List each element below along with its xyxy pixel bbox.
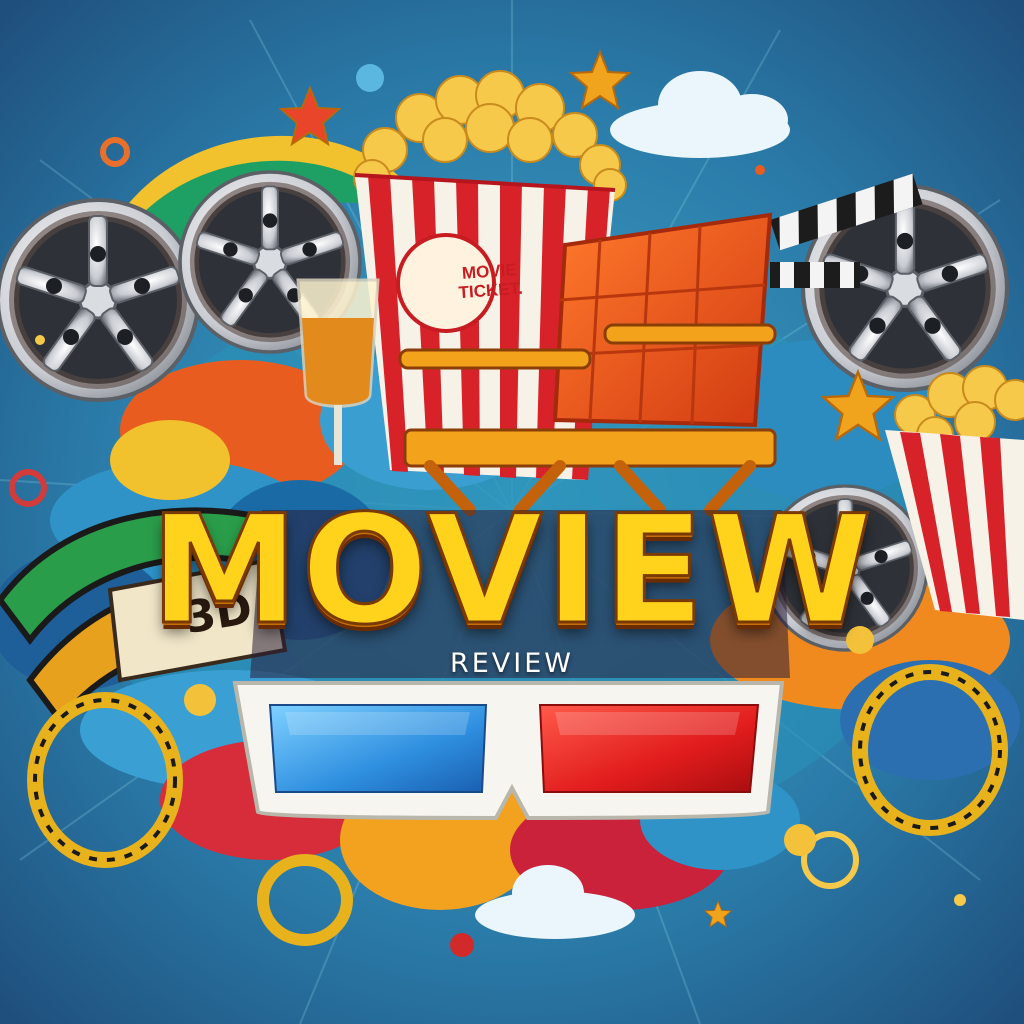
logo-artwork: MOVIE TICKET. 3D MOVIEW REVIEW [0,0,1024,1024]
clapperboard-icon [770,262,860,288]
movie-ticket-label: MOVIE TICKET. [439,259,541,304]
logo-subtitle: REVIEW [449,648,575,679]
film-reel-icon [0,200,198,400]
logo-title: MOVIEW [148,484,875,658]
3d-glasses-icon [232,681,785,821]
